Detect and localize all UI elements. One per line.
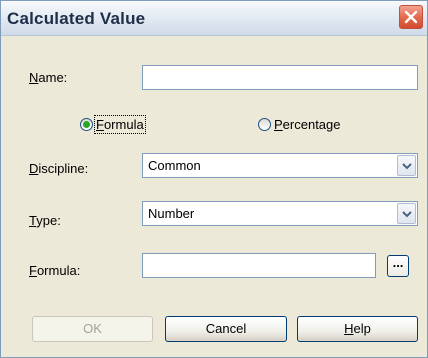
discipline-value: Common bbox=[148, 158, 201, 173]
percentage-radio[interactable]: Percentage bbox=[258, 117, 341, 132]
discipline-select[interactable]: Common bbox=[142, 153, 418, 178]
chevron-down-icon bbox=[401, 162, 412, 169]
type-label: Type: bbox=[29, 213, 61, 228]
percentage-radio-circle bbox=[258, 118, 271, 131]
name-field[interactable] bbox=[142, 65, 418, 90]
percentage-radio-label: Percentage bbox=[274, 117, 341, 132]
formula-radio-circle bbox=[80, 118, 93, 131]
close-icon bbox=[404, 10, 418, 24]
dialog-title: Calculated Value bbox=[7, 9, 146, 28]
title-bar: Calculated Value bbox=[1, 1, 427, 36]
chevron-down-icon bbox=[401, 210, 412, 217]
ok-button[interactable]: OK bbox=[32, 316, 153, 342]
calculated-value-dialog: Calculated Value Name: Formula Percentag… bbox=[0, 0, 428, 358]
type-value: Number bbox=[148, 206, 195, 221]
discipline-label: Discipline: bbox=[29, 161, 89, 176]
formula-field[interactable] bbox=[142, 253, 376, 278]
type-dropdown-button[interactable] bbox=[397, 203, 416, 224]
formula-label: Formula: bbox=[29, 263, 81, 278]
formula-radio-label: Formula bbox=[94, 115, 146, 134]
name-label: Name: bbox=[29, 70, 68, 85]
discipline-dropdown-button[interactable] bbox=[397, 155, 416, 176]
type-select[interactable]: Number bbox=[142, 201, 418, 226]
formula-radio[interactable]: Formula bbox=[80, 115, 146, 134]
cancel-button[interactable]: Cancel bbox=[165, 316, 287, 342]
help-button[interactable]: Help bbox=[297, 316, 418, 342]
close-button[interactable] bbox=[399, 5, 423, 29]
formula-browse-button[interactable]: ... bbox=[387, 255, 409, 277]
